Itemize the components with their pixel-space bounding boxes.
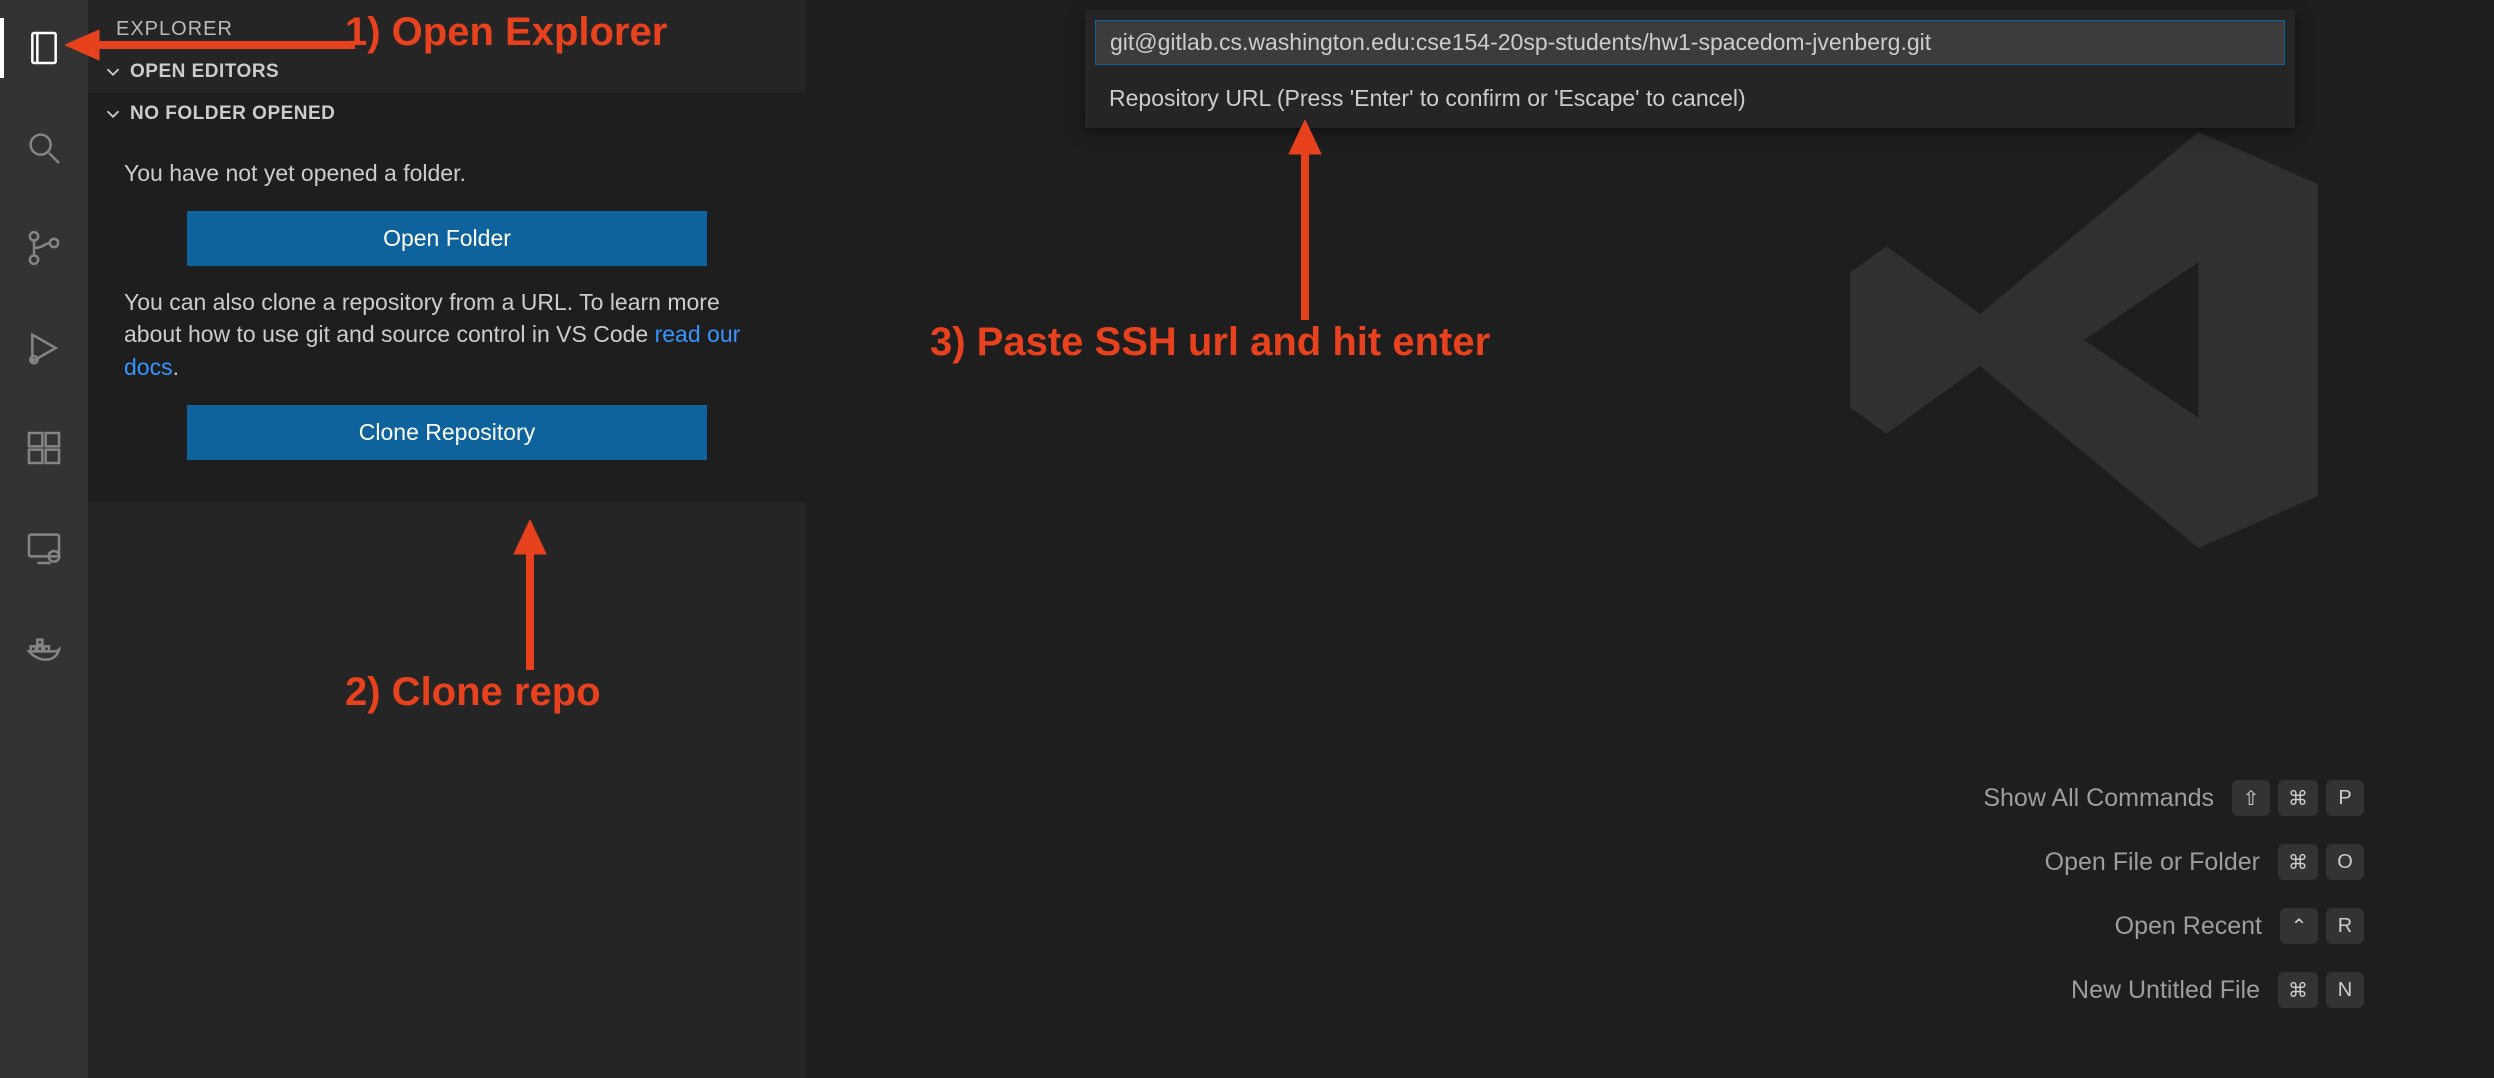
sidebar-title: EXPLORER (88, 0, 806, 51)
activity-run-debug-icon[interactable] (0, 318, 88, 378)
quick-input-description: Repository URL (Press 'Enter' to confirm… (1085, 75, 2295, 128)
activity-docker-icon[interactable] (0, 618, 88, 678)
key: ⌘ (2278, 972, 2318, 1008)
repository-url-input[interactable] (1095, 20, 2285, 65)
open-folder-button[interactable]: Open Folder (187, 211, 707, 266)
key: P (2326, 780, 2364, 816)
activity-source-control-icon[interactable] (0, 218, 88, 278)
no-folder-header[interactable]: NO FOLDER OPENED (88, 93, 806, 135)
explorer-sidebar: EXPLORER OPEN EDITORS NO FOLDER OPENED Y… (88, 0, 806, 1078)
clone-repository-button[interactable]: Clone Repository (187, 405, 707, 460)
key: ⌃ (2280, 908, 2318, 944)
no-folder-panel: You have not yet opened a folder. Open F… (88, 135, 806, 502)
activity-search-icon[interactable] (0, 118, 88, 178)
key: ⌘ (2278, 780, 2318, 816)
chevron-down-icon (102, 61, 124, 83)
no-folder-label: NO FOLDER OPENED (130, 103, 335, 125)
activity-remote-icon[interactable] (0, 518, 88, 578)
clone-help-text: You can also clone a repository from a U… (124, 286, 770, 383)
key: N (2326, 972, 2364, 1008)
activity-extensions-icon[interactable] (0, 418, 88, 478)
hint-show-all-commands: Show All Commands ⇧ ⌘ P (1983, 780, 2364, 816)
hint-open-file: Open File or Folder ⌘ O (1983, 844, 2364, 880)
chevron-down-icon (102, 103, 124, 125)
hint-open-recent: Open Recent ⌃ R (1983, 908, 2364, 944)
vscode-logo-watermark (1824, 80, 2344, 600)
activity-explorer-icon[interactable] (0, 18, 88, 78)
open-editors-header[interactable]: OPEN EDITORS (88, 51, 806, 93)
open-editors-label: OPEN EDITORS (130, 61, 279, 83)
key: O (2326, 844, 2364, 880)
activity-bar (0, 0, 88, 1078)
key: ⇧ (2232, 780, 2270, 816)
quick-input-widget: Repository URL (Press 'Enter' to confirm… (1085, 10, 2295, 128)
no-folder-text: You have not yet opened a folder. (124, 157, 770, 189)
key: R (2326, 908, 2364, 944)
editor-area: Show All Commands ⇧ ⌘ P Open File or Fol… (806, 0, 2494, 1078)
welcome-hints: Show All Commands ⇧ ⌘ P Open File or Fol… (1983, 780, 2364, 1008)
hint-new-file: New Untitled File ⌘ N (1983, 972, 2364, 1008)
key: ⌘ (2278, 844, 2318, 880)
